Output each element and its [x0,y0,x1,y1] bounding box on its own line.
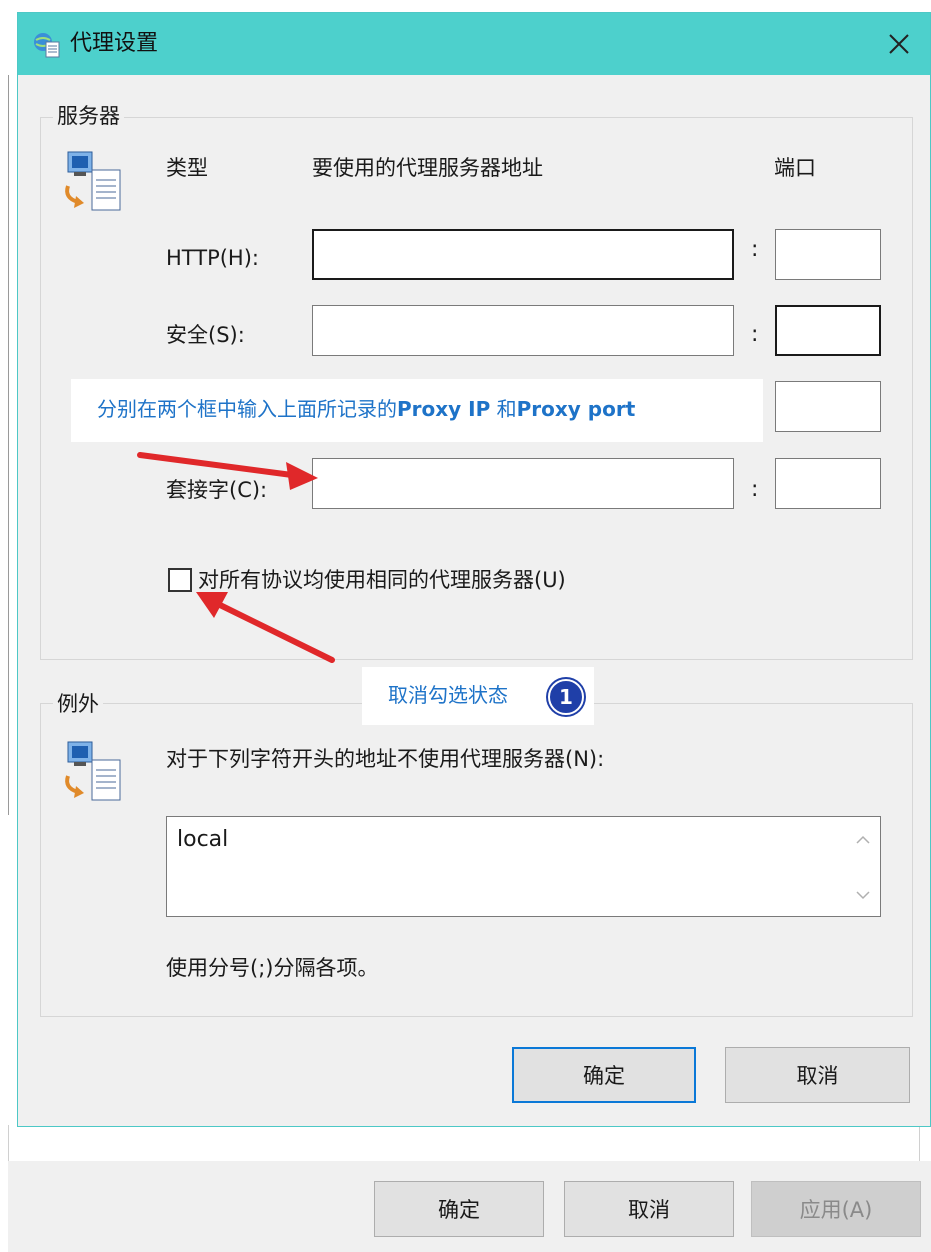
network-settings-icon [34,33,60,58]
exceptions-legend: 例外 [53,690,103,718]
servers-legend: 服务器 [53,102,124,130]
annotation-note-box: 分别在两个框中输入上面所记录的Proxy IP 和Proxy port [71,379,763,442]
chevron-down-icon [856,891,870,900]
scroll-up-button[interactable] [854,831,872,849]
background-button-bar: 确定 取消 应用(A) [8,1161,931,1252]
background-cancel-button[interactable]: 取消 [564,1181,734,1237]
exceptions-value: local [177,827,229,852]
exceptions-description: 对于下列字符开头的地址不使用代理服务器(N): [166,747,605,771]
annotation-uncheck-text: 取消勾选状态 [388,683,508,707]
secure-address-input[interactable] [312,305,734,356]
exceptions-hint: 使用分号(;)分隔各项。 [166,956,379,980]
cancel-button[interactable]: 取消 [725,1047,910,1103]
background-apply-button[interactable]: 应用(A) [751,1181,921,1237]
ftp-port-input[interactable] [775,381,881,432]
http-colon: : [751,237,759,262]
port-column-header: 端口 [774,156,816,180]
socks-label: 套接字(C): [166,478,268,502]
address-column-header: 要使用的代理服务器地址 [312,156,543,180]
close-icon [889,34,909,54]
exceptions-textarea[interactable]: local [166,816,881,917]
socks-address-input[interactable] [312,458,734,509]
chevron-up-icon [856,835,870,844]
step-badge: 1 [548,679,584,715]
ok-button[interactable]: 确定 [512,1047,696,1103]
exceptions-server-icon [65,741,121,801]
same-proxy-label[interactable]: 对所有协议均使用相同的代理服务器(U) [198,565,566,595]
http-label: HTTP(H): [166,246,259,270]
title-bar: 代理设置 [18,13,930,75]
http-port-input[interactable] [775,229,881,280]
secure-label: 安全(S): [166,323,245,347]
close-button[interactable] [868,13,930,75]
secure-colon: : [751,322,759,347]
dialog-title: 代理设置 [70,31,159,56]
socks-port-input[interactable] [775,458,881,509]
background-ok-button[interactable]: 确定 [374,1181,544,1237]
background-window-border [8,75,9,815]
annotation-uncheck-box: 取消勾选状态 1 [362,667,594,725]
secure-port-input[interactable] [775,305,881,356]
proxy-server-icon [65,151,121,211]
same-proxy-checkbox[interactable] [168,568,192,592]
http-address-input[interactable] [312,229,734,280]
scroll-down-button[interactable] [854,886,872,904]
background-window-field [8,1125,920,1162]
socks-colon: : [751,477,759,502]
type-column-header: 类型 [166,156,208,180]
annotation-note-text: 分别在两个框中输入上面所记录的Proxy IP 和Proxy port [97,397,636,421]
